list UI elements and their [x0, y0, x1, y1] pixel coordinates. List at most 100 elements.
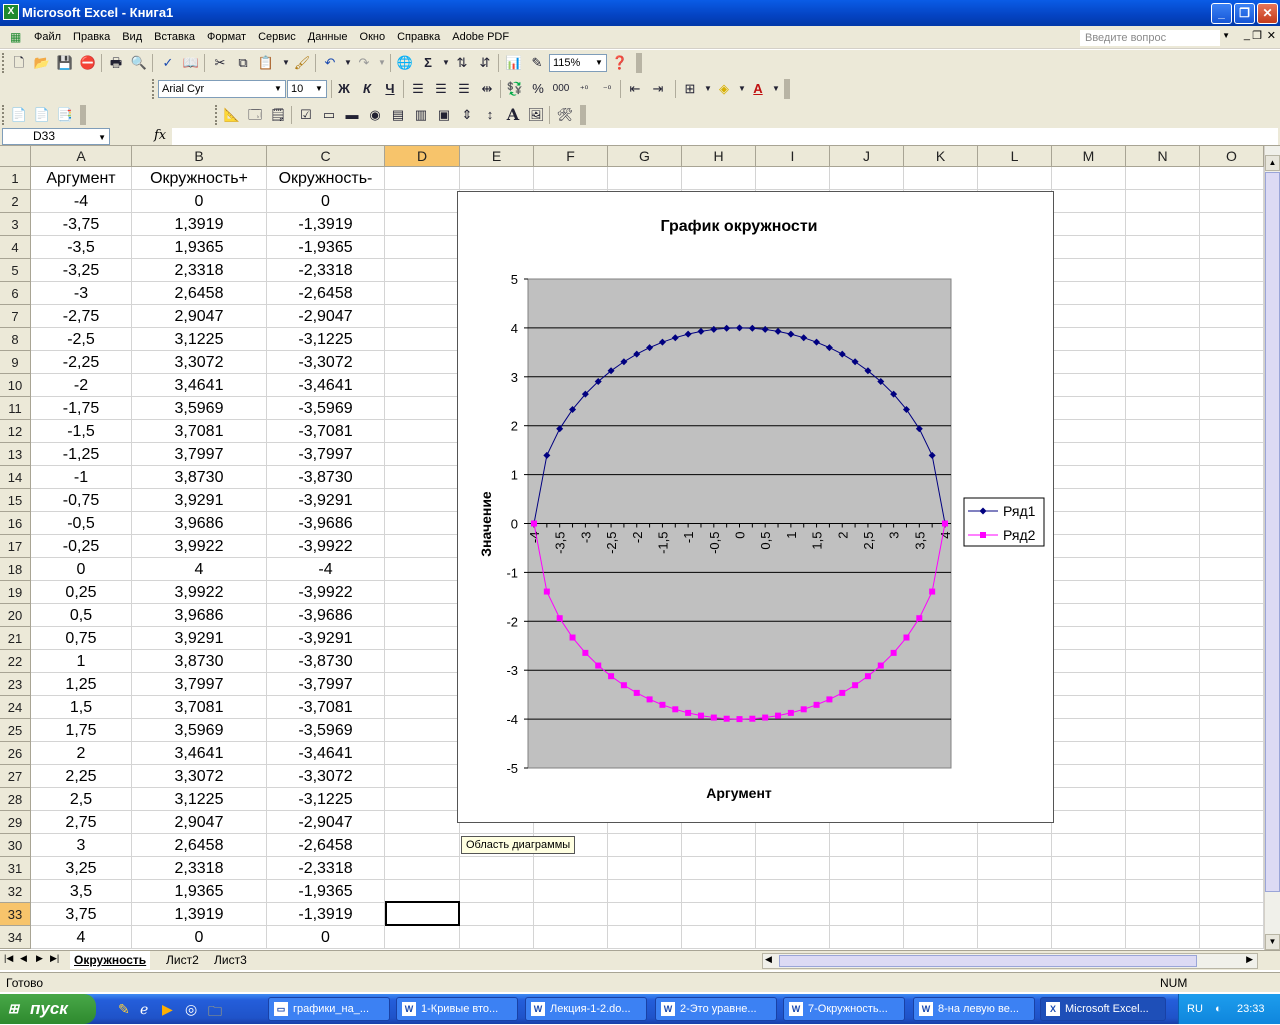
option-button-icon[interactable]: ◉ [365, 105, 385, 125]
empty-cell[interactable] [1052, 627, 1126, 650]
menu-item-7[interactable]: Окно [354, 26, 392, 49]
empty-cell[interactable] [1200, 259, 1264, 282]
empty-cell[interactable] [1126, 305, 1200, 328]
empty-cell[interactable] [1052, 167, 1126, 190]
cell-c2[interactable]: 0 [267, 190, 385, 213]
empty-cell[interactable] [830, 903, 904, 926]
row-header[interactable]: 5 [0, 259, 31, 282]
empty-cell[interactable] [1126, 535, 1200, 558]
cell-b5[interactable]: 2,3318 [132, 259, 267, 282]
column-header-i[interactable]: I [756, 146, 830, 167]
empty-cell[interactable] [1052, 466, 1126, 489]
cell-b23[interactable]: 3,7997 [132, 673, 267, 696]
cell-a5[interactable]: -3,25 [31, 259, 132, 282]
column-header-l[interactable]: L [978, 146, 1052, 167]
cell-a12[interactable]: -1,5 [31, 420, 132, 443]
pdf-mail-icon[interactable]: 📄 [32, 105, 52, 125]
cell-c7[interactable]: -2,9047 [267, 305, 385, 328]
increase-indent-icon[interactable]: ⇥ [648, 79, 668, 99]
row-header[interactable]: 20 [0, 604, 31, 627]
empty-cell[interactable] [1126, 880, 1200, 903]
empty-cell[interactable] [1052, 834, 1126, 857]
empty-cell[interactable] [904, 167, 978, 190]
empty-cell[interactable] [1200, 305, 1264, 328]
cell-b16[interactable]: 3,9686 [132, 512, 267, 535]
empty-cell[interactable] [385, 673, 460, 696]
cell-b26[interactable]: 3,4641 [132, 742, 267, 765]
empty-cell[interactable] [385, 926, 460, 949]
empty-cell[interactable] [1126, 213, 1200, 236]
row-header[interactable]: 11 [0, 397, 31, 420]
empty-cell[interactable] [1052, 788, 1126, 811]
empty-cell[interactable] [1052, 650, 1126, 673]
empty-cell[interactable] [385, 604, 460, 627]
cell-b18[interactable]: 4 [132, 558, 267, 581]
empty-cell[interactable] [978, 903, 1052, 926]
empty-cell[interactable] [1200, 765, 1264, 788]
cell-a13[interactable]: -1,25 [31, 443, 132, 466]
empty-cell[interactable] [830, 834, 904, 857]
column-header-c[interactable]: C [267, 146, 385, 167]
last-sheet-icon[interactable]: ▶| [50, 953, 59, 964]
empty-cell[interactable] [534, 903, 608, 926]
row-header[interactable]: 27 [0, 765, 31, 788]
percent-button[interactable]: % [528, 79, 548, 99]
empty-cell[interactable] [1126, 788, 1200, 811]
empty-cell[interactable] [1200, 443, 1264, 466]
align-right-icon[interactable]: ☰ [454, 79, 474, 99]
empty-cell[interactable] [1052, 719, 1126, 742]
toolbar-options-icon[interactable] [580, 105, 586, 125]
empty-cell[interactable] [608, 880, 682, 903]
row-header[interactable]: 12 [0, 420, 31, 443]
scroll-thumb[interactable] [1265, 172, 1280, 892]
cell-c9[interactable]: -3,3072 [267, 351, 385, 374]
cell-a7[interactable]: -2,75 [31, 305, 132, 328]
cell-a31[interactable]: 3,25 [31, 857, 132, 880]
column-header-o[interactable]: O [1200, 146, 1264, 167]
empty-cell[interactable] [1126, 719, 1200, 742]
permission-icon[interactable]: ⛔ [78, 53, 98, 73]
empty-cell[interactable] [1200, 466, 1264, 489]
empty-cell[interactable] [1200, 397, 1264, 420]
font-color-dropdown-icon[interactable]: ▼ [766, 79, 786, 99]
cell-a17[interactable]: -0,25 [31, 535, 132, 558]
cell-b2[interactable]: 0 [132, 190, 267, 213]
cell-a23[interactable]: 1,25 [31, 673, 132, 696]
empty-cell[interactable] [1052, 535, 1126, 558]
toolbar-grip[interactable] [215, 105, 219, 125]
close-doc-icon[interactable]: ✕ [1267, 29, 1276, 42]
cell-b21[interactable]: 3,9291 [132, 627, 267, 650]
empty-cell[interactable] [1052, 857, 1126, 880]
cell-a32[interactable]: 3,5 [31, 880, 132, 903]
row-header[interactable]: 17 [0, 535, 31, 558]
row-header[interactable]: 29 [0, 811, 31, 834]
empty-cell[interactable] [1200, 834, 1264, 857]
copy-icon[interactable]: ⧉ [233, 53, 253, 73]
empty-cell[interactable] [1052, 328, 1126, 351]
empty-cell[interactable] [1200, 167, 1264, 190]
cell-c12[interactable]: -3,7081 [267, 420, 385, 443]
cell-a8[interactable]: -2,5 [31, 328, 132, 351]
cell-c13[interactable]: -3,7997 [267, 443, 385, 466]
cell-b20[interactable]: 3,9686 [132, 604, 267, 627]
empty-cell[interactable] [830, 880, 904, 903]
empty-cell[interactable] [534, 926, 608, 949]
empty-cell[interactable] [1052, 489, 1126, 512]
row-header[interactable]: 30 [0, 834, 31, 857]
toolbar-grip[interactable] [152, 79, 156, 99]
empty-cell[interactable] [1052, 604, 1126, 627]
cell-c33[interactable]: -1,3919 [267, 903, 385, 926]
empty-cell[interactable] [385, 811, 460, 834]
empty-cell[interactable] [830, 857, 904, 880]
empty-cell[interactable] [1126, 558, 1200, 581]
taskbar-button-4[interactable]: W 7-Окружность... [783, 997, 905, 1021]
empty-cell[interactable] [1052, 512, 1126, 535]
cell-c24[interactable]: -3,7081 [267, 696, 385, 719]
empty-cell[interactable] [1200, 558, 1264, 581]
cell-b19[interactable]: 3,9922 [132, 581, 267, 604]
chart-area[interactable]: 5 4 3 2 1 0 -1 -2 -3 -4 -5 -4 -3,5 -3 -2,5 -2 -1,5 -1 -0,5… [457, 191, 1054, 823]
empty-cell[interactable] [1052, 351, 1126, 374]
cell-b8[interactable]: 3,1225 [132, 328, 267, 351]
design-mode-icon[interactable]: 📐 [222, 105, 242, 125]
empty-cell[interactable] [1126, 673, 1200, 696]
